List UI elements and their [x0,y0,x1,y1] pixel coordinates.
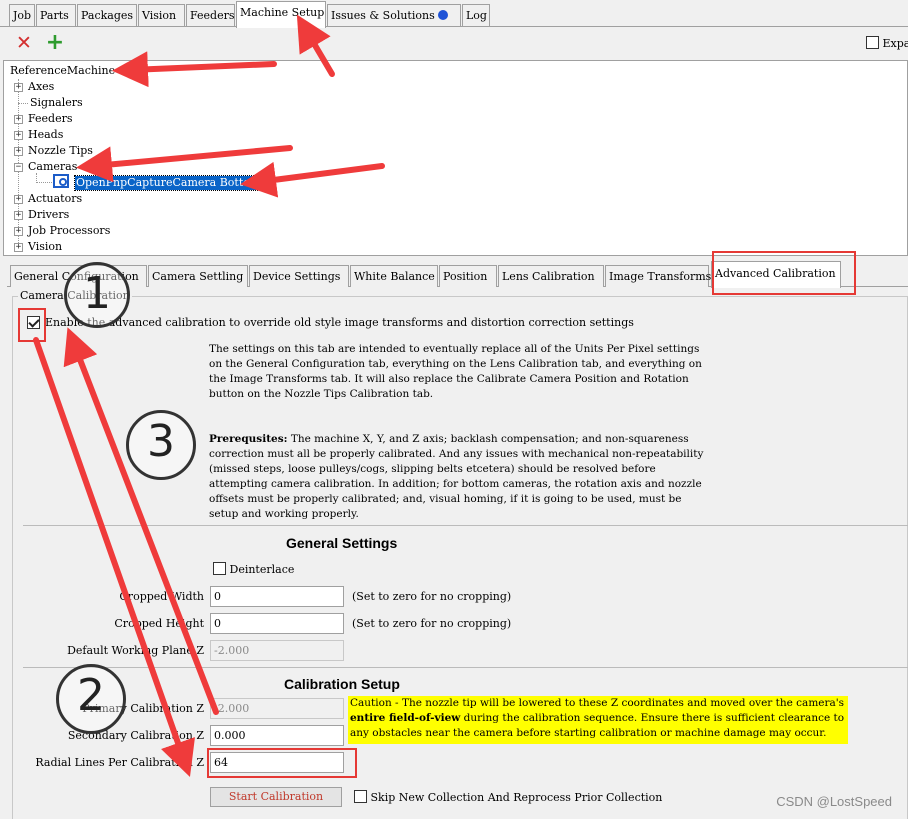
skip-collection-label: Skip New Collection And Reprocess Prior … [370,791,663,804]
highlight-enable-checkbox [18,308,46,342]
tree-item-cameras[interactable]: Cameras [28,160,77,174]
tree-item-signalers[interactable]: Signalers [30,96,83,110]
highlight-advanced-tab [712,251,856,295]
working-plane-field: -2.000 [210,640,344,661]
working-plane-label: Default Working Plane Z [67,644,204,657]
expand-icon[interactable]: + [14,83,23,92]
expand-icon[interactable]: + [14,227,23,236]
cropped-width-label: Cropped Width [119,590,204,603]
collapse-icon[interactable]: − [14,163,23,172]
separator [23,525,908,526]
tree-item-feeders[interactable]: Feeders [28,112,73,126]
tab-feeders[interactable]: Feeders [186,4,235,26]
expand-icon[interactable]: + [14,115,23,124]
tab-position[interactable]: Position [439,265,497,287]
tab-packages[interactable]: Packages [77,4,137,26]
expand-label: Expa [882,37,908,50]
tree-root[interactable]: ReferenceMachine [10,64,115,78]
add-button[interactable]: + [44,32,66,54]
expand-toggle[interactable]: Expa [866,36,908,50]
main-tab-bar: Job Parts Packages Vision Feeders Machin… [0,0,908,28]
tab-lens-calibration[interactable]: Lens Calibration [498,265,604,287]
x-icon: ✕ [16,32,32,54]
step-marker-2: 2 [56,664,126,734]
highlight-radial-field [207,748,357,778]
skip-collection-checkbox[interactable] [354,790,367,803]
deinterlace-toggle[interactable]: Deinterlace [213,562,294,576]
tree-item-job-processors[interactable]: Job Processors [28,224,110,238]
caution-bold: entire field-of-view [350,712,461,724]
tree-item-camera-bottom[interactable]: OpenPnpCaptureCamera Bottom [73,175,263,191]
tab-job[interactable]: Job [9,4,35,26]
expand-icon[interactable]: + [14,211,23,220]
tree-item-drivers[interactable]: Drivers [28,208,69,222]
tab-image-transforms[interactable]: Image Transforms [605,265,711,287]
caution-prefix: Caution - The nozzle tip will be lowered… [350,697,845,709]
expand-icon[interactable]: + [14,195,23,204]
expand-checkbox[interactable] [866,36,879,49]
skip-collection-toggle[interactable]: Skip New Collection And Reprocess Prior … [354,790,662,804]
prereq-body: The machine X, Y, and Z axis; backlash c… [209,433,704,520]
start-calibration-button[interactable]: Start Calibration [210,787,342,807]
toolbar: ✕ + Expa [0,28,908,60]
tab-machine-setup[interactable]: Machine Setup [236,1,326,28]
step-marker-3: 3 [126,410,196,480]
cropped-width-hint: (Set to zero for no cropping) [352,590,512,603]
cropped-width-field[interactable]: 0 [210,586,344,607]
delete-button[interactable]: ✕ [13,32,35,54]
caution-message: Caution - The nozzle tip will be lowered… [348,696,848,744]
prereq-text: Prerequsites: The machine X, Y, and Z ax… [209,432,709,522]
machine-tree: ReferenceMachine + Axes Signalers + Feed… [3,60,908,256]
enable-label: Enable the advanced calibration to overr… [45,316,634,329]
tree-item-nozzle-tips[interactable]: Nozzle Tips [28,144,93,158]
cropped-height-field[interactable]: 0 [210,613,344,634]
status-dot-icon [437,10,448,20]
tree-item-axes[interactable]: Axes [28,80,54,94]
tab-camera-settling[interactable]: Camera Settling [148,265,248,287]
deinterlace-checkbox[interactable] [213,562,226,575]
cropped-height-label: Cropped Height [114,617,204,630]
tab-issues-solutions[interactable]: Issues & Solutions [327,4,461,26]
primary-z-field: -2.000 [210,698,344,719]
general-settings-title: General Settings [286,535,398,551]
tab-log[interactable]: Log [462,4,490,26]
tab-issues-label: Issues & Solutions [331,9,435,22]
radial-lines-label: Radial Lines Per Calibration Z [35,756,204,769]
tree-item-vision[interactable]: Vision [28,240,62,254]
tab-device-settings[interactable]: Device Settings [249,265,349,287]
cropped-height-hint: (Set to zero for no cropping) [352,617,512,630]
plus-icon: + [45,30,65,55]
tab-parts[interactable]: Parts [36,4,76,26]
watermark: CSDN @LostSpeed [776,794,892,809]
camera-icon [53,174,69,188]
separator [23,667,908,668]
tree-guide [36,182,52,183]
tab-white-balance[interactable]: White Balance [350,265,438,287]
tab-vision[interactable]: Vision [138,4,185,26]
tree-item-actuators[interactable]: Actuators [28,192,82,206]
expand-icon[interactable]: + [14,131,23,140]
secondary-z-label: Secondary Calibration Z [67,729,204,742]
intro-text: The settings on this tab are intended to… [209,343,702,400]
tree-item-heads[interactable]: Heads [28,128,63,142]
expand-icon[interactable]: + [14,147,23,156]
calibration-setup-title: Calibration Setup [284,676,400,692]
prereq-label: Prerequsites: [209,433,288,445]
expand-icon[interactable]: + [14,243,23,252]
secondary-z-field[interactable]: 0.000 [210,725,344,746]
step-marker-1: 1 [64,262,130,328]
deinterlace-label: Deinterlace [229,563,295,576]
tree-guide [18,103,28,104]
